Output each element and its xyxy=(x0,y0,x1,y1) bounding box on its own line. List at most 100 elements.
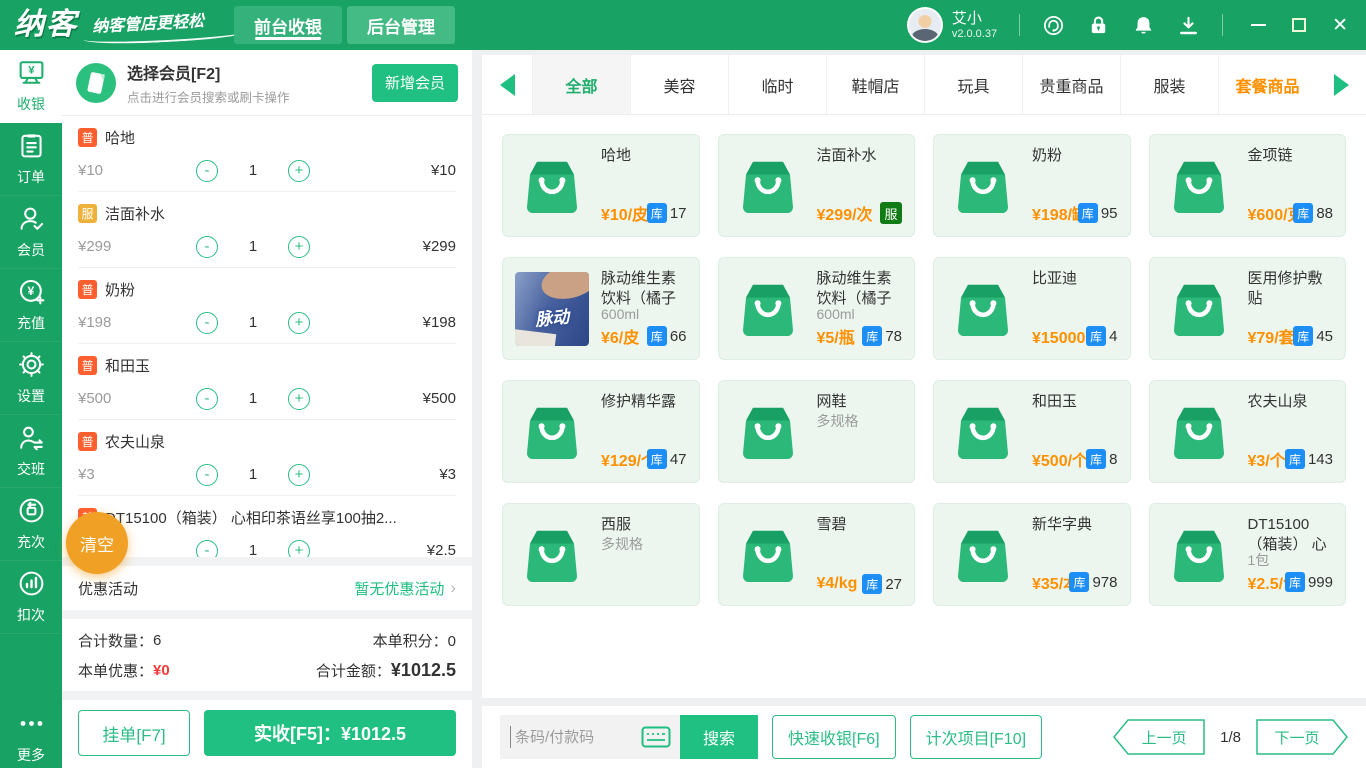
increase-qty-button[interactable]: + xyxy=(288,311,310,334)
decrease-qty-button[interactable]: - xyxy=(196,463,218,486)
download-icon[interactable] xyxy=(1177,14,1200,37)
barcode-input[interactable] xyxy=(510,726,635,748)
member-select[interactable]: 选择会员[F2] 点击进行会员搜索或刷卡操作 新增会员 xyxy=(62,50,472,116)
keyboard-icon[interactable] xyxy=(641,726,671,748)
product-price: ¥35/本 xyxy=(1032,576,1069,593)
category-tabs: 全部 美容 临时 鞋帽店 玩具 贵重商品 服装 套餐商品 xyxy=(532,55,1316,114)
avatar[interactable] xyxy=(906,7,943,43)
sidebar-item-orders[interactable]: 订单 xyxy=(0,123,62,196)
hold-order-button[interactable]: 挂单[F7] xyxy=(78,710,190,756)
cart-item-total: ¥299 xyxy=(422,238,456,255)
product-card[interactable]: 哈地 ¥10/皮 库 17 xyxy=(502,134,700,237)
product-name: 奶粉 xyxy=(1032,147,1063,164)
product-card[interactable]: 金项链 ¥600/克 库88 xyxy=(1148,134,1346,237)
product-card[interactable]: 脉动 脉动维生素饮料（橘子口 600ml ¥6/皮 库66 xyxy=(502,257,700,360)
decrease-qty-button[interactable]: - xyxy=(196,387,218,410)
increase-qty-button[interactable]: + xyxy=(288,463,310,486)
product-card[interactable]: 西服 多规格 xyxy=(502,503,700,606)
cart-item[interactable]: 普 奶粉 ¥198 - 1 + ¥198 xyxy=(62,268,472,344)
product-card[interactable]: 和田玉 ¥500/个 库8 xyxy=(933,380,1131,483)
product-card[interactable]: 洁面补水 ¥299/次 服 xyxy=(717,134,915,237)
sidebar-item-deduct-times[interactable]: 扣次 xyxy=(0,561,62,634)
category-scroll-right-button[interactable] xyxy=(1316,55,1366,114)
category-tab-0[interactable]: 全部 xyxy=(532,55,630,114)
user-box[interactable]: 艾小 v2.0.0.37 xyxy=(906,7,997,43)
category-tab-1[interactable]: 美容 xyxy=(630,55,728,114)
count-item-button[interactable]: 计次项目[F10] xyxy=(909,715,1043,759)
minimize-button[interactable] xyxy=(1251,24,1267,26)
sidebar-item-more[interactable]: 更多 xyxy=(0,706,62,768)
clear-cart-button[interactable]: 清空 xyxy=(66,512,128,574)
increase-qty-button[interactable]: + xyxy=(288,159,310,182)
category-tab-7[interactable]: 套餐商品 xyxy=(1218,55,1316,114)
category-tab-5[interactable]: 贵重商品 xyxy=(1022,55,1120,114)
next-page-button[interactable]: 下一页 xyxy=(1256,719,1348,755)
lock-icon[interactable] xyxy=(1087,14,1110,37)
top-tab-1[interactable]: 后台管理 xyxy=(347,6,456,44)
product-card[interactable]: 修护精华露 ¥129/个 库47 xyxy=(502,380,700,483)
category-tab-4[interactable]: 玩具 xyxy=(924,55,1022,114)
product-card[interactable]: 网鞋 多规格 xyxy=(717,380,915,483)
order-summary: 合计数量： 6 本单积分： 0 本单优惠： ¥0 合计金额： ¥1012.5 xyxy=(62,619,472,691)
product-card[interactable]: 农夫山泉 ¥3/个 库 143 xyxy=(1148,380,1346,483)
sidebar-item-settings[interactable]: 设置 xyxy=(0,342,62,415)
top-tab-0[interactable]: 前台收银 xyxy=(234,6,343,44)
stock-icon: 库 xyxy=(1069,572,1090,592)
prev-page-button[interactable]: 上一页 xyxy=(1113,719,1205,755)
sidebar-item-shift[interactable]: 交班 xyxy=(0,415,62,488)
increase-qty-button[interactable]: + xyxy=(288,539,310,557)
category-bar: 全部 美容 临时 鞋帽店 玩具 贵重商品 服装 套餐商品 xyxy=(482,55,1366,115)
cart-list: 普 哈地 ¥10 - 1 + ¥10 服 洁面补水 ¥299 - 1 + ¥29… xyxy=(62,116,472,557)
decrease-qty-button[interactable]: - xyxy=(196,311,218,334)
shopping-bag-icon xyxy=(515,149,589,223)
decrease-qty-button[interactable]: - xyxy=(196,539,218,557)
stock-count: 4 xyxy=(1109,327,1118,345)
item-type-badge: 服 xyxy=(78,204,97,223)
product-price: ¥129/个 xyxy=(601,453,647,470)
product-card[interactable]: 雪碧 ¥4/kg 库 27 xyxy=(717,503,915,606)
sidebar-item-member[interactable]: 会员 xyxy=(0,196,62,269)
increase-qty-button[interactable]: + xyxy=(288,235,310,258)
close-button[interactable]: ✕ xyxy=(1332,16,1348,35)
maximize-button[interactable] xyxy=(1292,18,1307,32)
shopping-bag-icon xyxy=(946,518,1020,592)
increase-qty-button[interactable]: + xyxy=(288,387,310,410)
product-card[interactable]: 医用修护敷贴 ¥79/套 库 45 xyxy=(1148,257,1346,360)
bell-icon[interactable] xyxy=(1132,14,1155,37)
category-tab-6[interactable]: 服装 xyxy=(1120,55,1218,114)
shopping-bag-icon xyxy=(946,395,1020,469)
sidebar-item-recharge[interactable]: ¥ 充值 xyxy=(0,269,62,342)
product-spec: 多规格 xyxy=(601,535,643,552)
product-name: 和田玉 xyxy=(1032,393,1078,410)
app-window: 纳客 纳客管店更轻松 前台收银 后台管理 艾小 v2.0.0.37 ✕ ¥ 收银… xyxy=(0,0,1366,768)
cart-item-qty: 1 xyxy=(248,542,258,557)
sidebar-item-cashier[interactable]: ¥ 收银 xyxy=(0,50,62,123)
stock-count: 143 xyxy=(1307,450,1333,468)
product-name: 金项链 xyxy=(1247,147,1293,164)
product-price: ¥150000/辆 xyxy=(1032,330,1086,347)
product-card[interactable]: 奶粉 ¥198/罐 库95 xyxy=(933,134,1131,237)
pay-button[interactable]: 实收[F5]：¥1012.5 xyxy=(204,710,456,756)
category-scroll-left-button[interactable] xyxy=(482,55,532,114)
product-card[interactable]: 比亚迪 ¥150000/辆 库4 xyxy=(933,257,1131,360)
category-tab-2[interactable]: 临时 xyxy=(728,55,826,114)
cart-item[interactable]: 普 和田玉 ¥500 - 1 + ¥500 xyxy=(62,344,472,420)
product-spec: 多规格 xyxy=(816,412,859,429)
decrease-qty-button[interactable]: - xyxy=(196,159,218,182)
category-tab-3[interactable]: 鞋帽店 xyxy=(826,55,924,114)
sidebar-item-recharge-times[interactable]: 充次 xyxy=(0,488,62,561)
member-select-title: 选择会员[F2] xyxy=(127,65,221,83)
decrease-qty-button[interactable]: - xyxy=(196,235,218,258)
search-button[interactable]: 搜索 xyxy=(680,715,758,759)
product-card[interactable]: 脉动维生素饮料（橘子口 600ml ¥5/瓶 库78 xyxy=(717,257,915,360)
quick-cashier-button[interactable]: 快速收银[F6] xyxy=(772,715,896,759)
divider xyxy=(62,610,472,619)
cart-item[interactable]: 服 洁面补水 ¥299 - 1 + ¥299 xyxy=(62,192,472,268)
product-card[interactable]: DT15100（箱装） 心相印茶 1包 ¥2.5/包 库999 xyxy=(1148,503,1346,606)
add-member-button[interactable]: 新增会员 xyxy=(372,63,458,102)
cart-item[interactable]: 普 哈地 ¥10 - 1 + ¥10 xyxy=(62,116,472,192)
cart-item[interactable]: 普 农夫山泉 ¥3 - 1 + ¥3 xyxy=(62,420,472,496)
promo-row[interactable]: 优惠活动 暂无优惠活动 › xyxy=(62,566,472,610)
service-icon[interactable] xyxy=(1042,14,1065,37)
product-card[interactable]: 新华字典 ¥35/本 库978 xyxy=(933,503,1131,606)
